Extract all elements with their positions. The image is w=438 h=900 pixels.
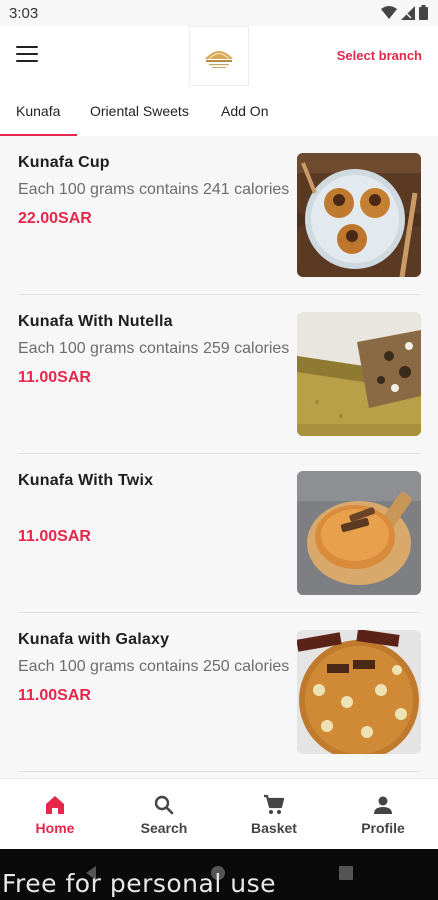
status-icons [381,5,428,20]
nav-search[interactable]: Search [109,779,219,850]
system-navigation-bar: Free for personal use [0,849,438,900]
product-description: Each 100 grams contains 259 calories [18,340,290,357]
product-name: Kunafa With Nutella [18,313,173,330]
product-name: Kunafa With Twix [18,472,154,489]
product-price: 22.00SAR [18,210,92,227]
product-image [297,312,421,436]
nav-profile[interactable]: Profile [328,779,438,850]
product-image [297,153,421,277]
divider [18,771,420,772]
wifi-icon [381,5,397,19]
cart-icon [264,794,285,814]
product-name: Kunafa Cup [18,154,110,171]
brand-logo [189,26,249,86]
product-item[interactable]: Kunafa With Twix 11.00SAR [0,454,438,613]
nav-basket[interactable]: Basket [219,779,329,850]
tab-oriental-sweets[interactable]: Oriental Sweets [90,103,189,119]
tab-kunafa[interactable]: Kunafa [16,103,60,119]
product-description: Each 100 grams contains 241 calories [18,181,290,198]
product-price: 11.00SAR [18,687,91,704]
status-time: 3:03 [9,5,39,22]
product-image [297,471,421,595]
nav-search-label: Search [140,820,188,836]
menu-icon [16,46,38,48]
product-name: Kunafa with Galaxy [18,631,170,648]
nav-home[interactable]: Home [0,779,110,850]
status-bar: 3:03 [0,0,438,26]
app-bar: Select branch [0,26,438,88]
home-icon [46,796,64,814]
product-price: 11.00SAR [18,369,91,386]
nav-profile-label: Profile [361,820,405,836]
product-price: 11.00SAR [18,528,91,545]
watermark-text: Free for personal use [2,869,276,898]
product-item[interactable]: Kunafa With Nutella Each 100 grams conta… [0,295,438,454]
nav-basket-label: Basket [251,820,297,836]
tab-add-on[interactable]: Add On [221,103,268,119]
product-item[interactable]: Kunafa with Galaxy Each 100 grams contai… [0,613,438,772]
bottom-navigation: Home Search Basket Profile [0,778,438,849]
battery-icon [419,5,428,20]
recents-icon[interactable] [339,866,353,880]
signal-icon [401,5,415,20]
product-item[interactable]: Kunafa Cup Each 100 grams contains 241 c… [0,136,438,295]
nav-home-label: Home [35,820,75,836]
product-image [297,630,421,754]
category-tabs: Kunafa Oriental Sweets Add On [0,88,438,136]
search-icon [154,795,174,815]
product-list: Kunafa Cup Each 100 grams contains 241 c… [0,136,438,778]
product-description: Each 100 grams contains 250 calories [18,658,290,675]
select-branch-button[interactable]: Select branch [337,48,422,63]
menu-button[interactable] [16,46,38,66]
person-icon [374,796,392,814]
